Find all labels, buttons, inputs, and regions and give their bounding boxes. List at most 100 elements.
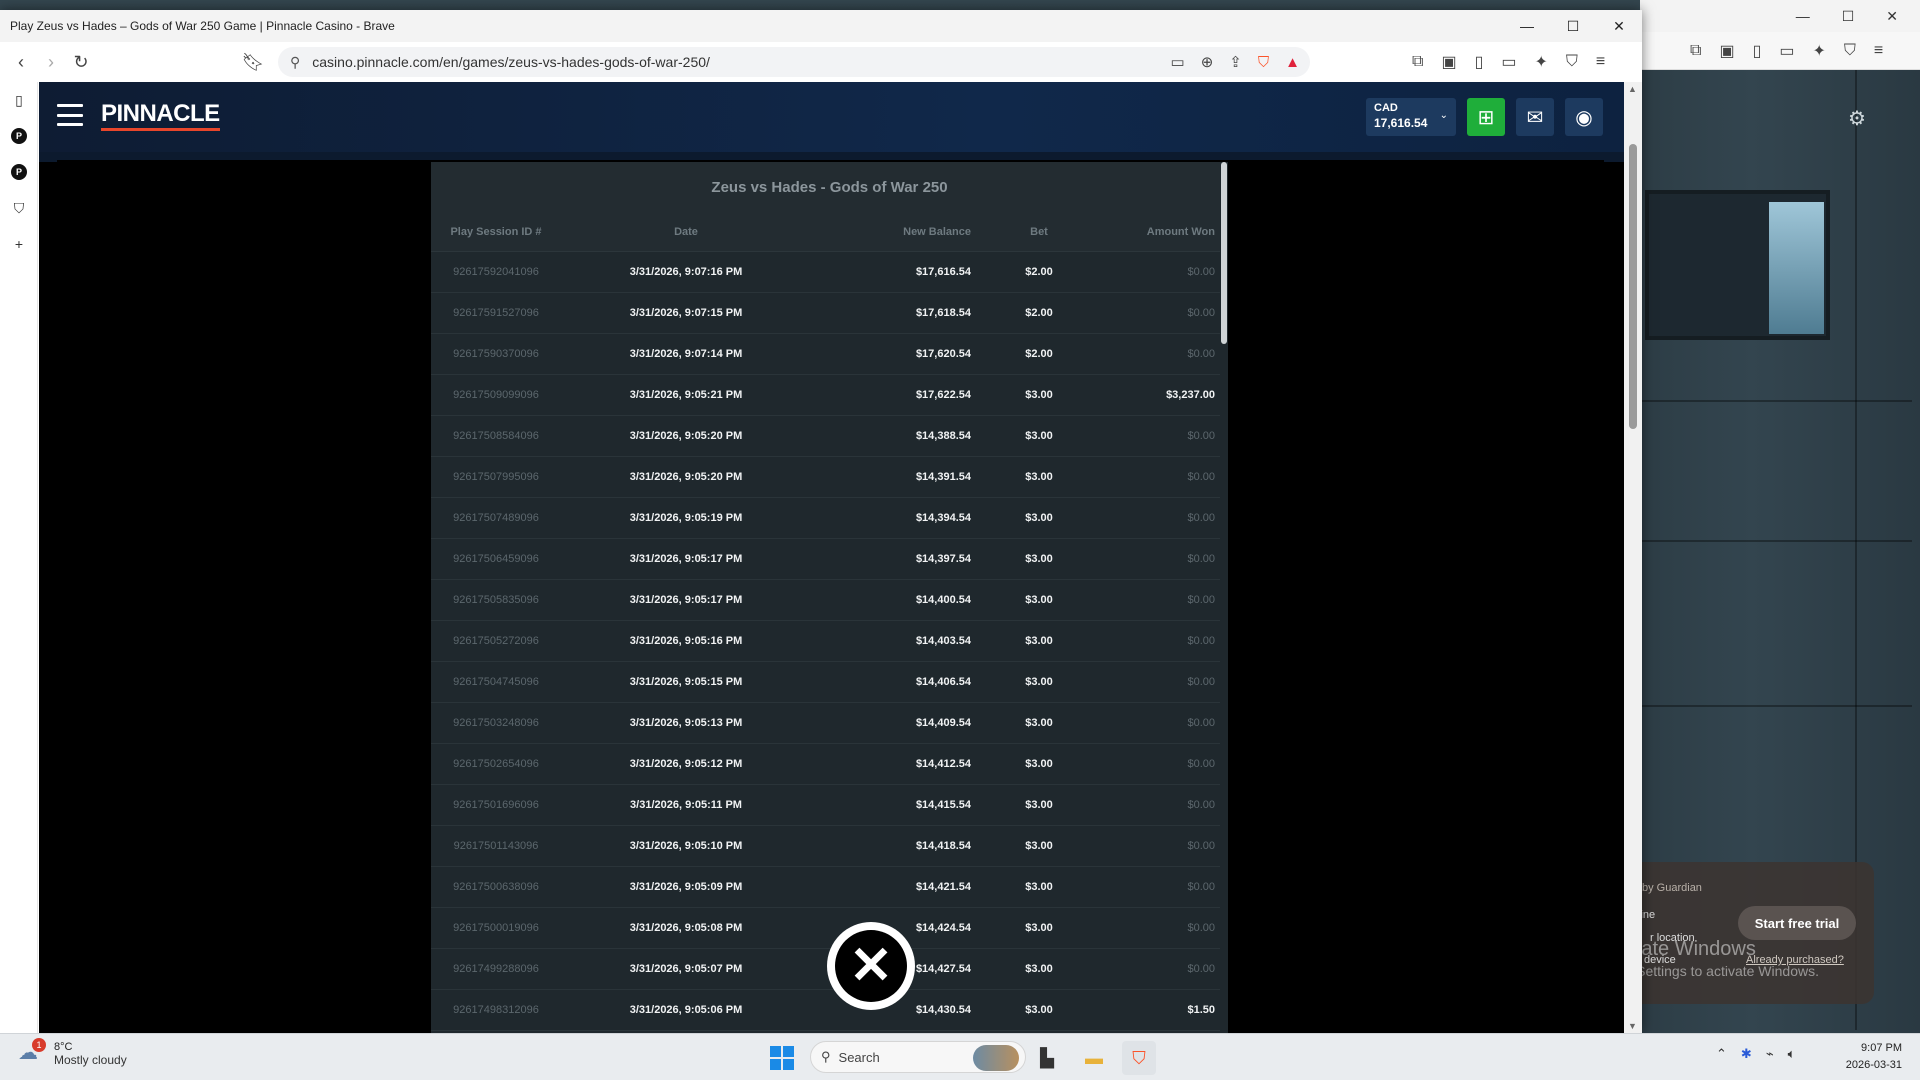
bet-cell: $3.00 <box>1025 1004 1053 1016</box>
share-icon[interactable]: ⇪ <box>1229 53 1242 71</box>
site-header: PINNACLE CAD 17,616.54 ⌄ ⊞ ✉ ◉ <box>39 82 1624 152</box>
amount-won-cell: $1.50 <box>1187 1004 1215 1016</box>
account-button[interactable]: ◉ <box>1565 98 1603 136</box>
leo-icon[interactable]: ✦ <box>1535 52 1548 72</box>
address-bar[interactable]: ⚲ casino.pinnacle.com/en/games/zeus-vs-h… <box>278 47 1310 77</box>
bet-cell: $2.00 <box>1025 307 1053 319</box>
history-scrollbar[interactable] <box>1220 162 1228 1033</box>
sidebar-add-icon[interactable]: + <box>0 226 38 262</box>
start-button[interactable] <box>770 1046 794 1070</box>
sidebar-toggle-icon[interactable]: ▯ <box>1753 41 1762 61</box>
scroll-up-icon[interactable]: ▲ <box>1628 84 1637 94</box>
settings-gear-icon[interactable]: ⚙ <box>1848 106 1866 131</box>
maximize-icon[interactable]: ☐ <box>1550 10 1596 42</box>
hamburger-menu-icon[interactable] <box>57 104 83 126</box>
screenshot-icon[interactable]: ▣ <box>1441 52 1456 72</box>
wallet-icon[interactable]: ▭ <box>1501 52 1516 72</box>
taskbar-search[interactable]: ⚲ Search <box>810 1041 1026 1073</box>
menu-icon[interactable]: ≡ <box>1874 42 1883 60</box>
sidebar-pinnacle-2[interactable]: P <box>0 154 38 190</box>
menu-icon[interactable]: ≡ <box>1596 53 1605 71</box>
url-text[interactable]: casino.pinnacle.com/en/games/zeus-vs-had… <box>312 54 710 70</box>
balance-cell: $14,415.54 <box>915 799 971 811</box>
network-icon[interactable]: ⌁ <box>1766 1046 1774 1062</box>
close-icon[interactable]: ✕ <box>1596 10 1642 42</box>
table-row: 92617501696096 3/31/2026, 9:05:11 PM $14,4… <box>431 785 1228 826</box>
date-cell: 3/31/2026, 9:05:12 PM <box>629 758 743 770</box>
amount-won-cell: $3,237.00 <box>1166 389 1215 401</box>
guardian-brand: by Guardian <box>1642 882 1702 894</box>
brave-browser-app[interactable]: ⛉ <box>1122 1041 1156 1075</box>
close-icon: ✕ <box>835 930 907 1002</box>
reload-icon[interactable]: ↻ <box>68 49 94 75</box>
site-info-icon[interactable]: ⚲ <box>290 54 300 71</box>
currency-label: CAD <box>1374 102 1398 114</box>
deposit-button[interactable]: ⊞ <box>1467 98 1505 136</box>
clock[interactable]: 9:07 PM 2026-03-31 <box>1846 1040 1902 1074</box>
balance-cell: $14,418.54 <box>915 840 971 852</box>
history-table-header: Play Session ID # Date New Balance Bet A… <box>431 212 1228 252</box>
amount-won-cell: $0.00 <box>1187 553 1215 565</box>
search-icon: ⚲ <box>821 1049 831 1064</box>
vpn-icon[interactable]: ⛉ <box>1566 53 1578 71</box>
bluetooth-icon[interactable]: ✱ <box>1741 1046 1752 1062</box>
clock-date: 2026-03-31 <box>1845 1059 1902 1071</box>
balance-cell: $14,397.54 <box>915 553 971 565</box>
close-icon[interactable]: ✕ <box>1886 8 1898 25</box>
task-view-app[interactable]: ▙ <box>1030 1041 1064 1075</box>
bet-cell: $3.00 <box>1025 594 1053 606</box>
sidebar-panel-icon[interactable]: ▯ <box>0 82 38 118</box>
bet-cell: $3.00 <box>1025 881 1053 893</box>
messages-button[interactable]: ✉ <box>1516 98 1554 136</box>
amount-won-cell: $0.00 <box>1187 881 1215 893</box>
session-id-cell: 92617592041096 <box>453 266 539 278</box>
cast-icon[interactable]: ▭ <box>1171 53 1185 71</box>
pinnacle-favicon-icon: P <box>11 128 27 144</box>
extensions-icon[interactable]: ⧉ <box>1690 42 1701 60</box>
vpn-icon[interactable]: ⛉ <box>1844 42 1856 60</box>
balance-cell: $17,616.54 <box>915 266 971 278</box>
page-scrollbar[interactable]: ▲ ▼ <box>1624 82 1642 1033</box>
game-history-panel: Zeus vs Hades - Gods of War 250 Play Ses… <box>431 162 1228 1033</box>
amount-won-cell: $0.00 <box>1187 266 1215 278</box>
table-row: 92617501143096 3/31/2026, 9:05:10 PM $14,4… <box>431 826 1228 867</box>
sidebar-shield-icon[interactable]: ⛉ <box>0 190 38 226</box>
bookmark-icon[interactable]: 🔖︎ <box>240 49 266 75</box>
start-free-trial-button[interactable]: Start free trial <box>1738 906 1856 940</box>
back-icon[interactable]: ‹ <box>8 49 34 75</box>
session-id-cell: 92617505272096 <box>453 635 539 647</box>
forward-icon[interactable]: › <box>38 49 64 75</box>
table-row: 92617498312096 3/31/2026, 9:05:06 PM $14,4… <box>431 990 1228 1031</box>
minimize-icon[interactable]: — <box>1504 10 1550 42</box>
scroll-down-icon[interactable]: ▼ <box>1628 1021 1637 1031</box>
brave-shields-icon[interactable]: ⛉ <box>1258 54 1269 71</box>
minimize-icon[interactable]: — <box>1796 8 1810 24</box>
sidebar-pinnacle-1[interactable]: P <box>0 118 38 154</box>
screenshot-icon[interactable]: ▣ <box>1719 41 1734 61</box>
pinnacle-logo[interactable]: PINNACLE <box>101 100 220 131</box>
wallet-icon[interactable]: ▭ <box>1779 41 1794 61</box>
volume-icon[interactable]: 🔈︎ <box>1788 1046 1796 1062</box>
file-explorer-app[interactable]: ▬ <box>1077 1041 1111 1075</box>
amount-won-cell: $0.00 <box>1187 348 1215 360</box>
zoom-icon[interactable]: ⊕ <box>1201 53 1214 71</box>
amount-won-cell: $0.00 <box>1187 676 1215 688</box>
column-header: Bet <box>1030 225 1048 238</box>
table-row: 92617507995096 3/31/2026, 9:05:20 PM $14,3… <box>431 457 1228 498</box>
table-row: 92617505272096 3/31/2026, 9:05:16 PM $14,4… <box>431 621 1228 662</box>
weather-widget[interactable]: ☁ 1 8°C Mostly cloudy <box>18 1038 127 1068</box>
maximize-icon[interactable]: ☐ <box>1842 8 1855 25</box>
amount-won-cell: $0.00 <box>1187 307 1215 319</box>
column-header: New Balance <box>903 225 971 238</box>
session-id-cell: 92617501143096 <box>453 840 539 852</box>
brave-rewards-icon[interactable]: ▲ <box>1285 54 1300 71</box>
balance-dropdown[interactable]: CAD 17,616.54 ⌄ <box>1366 98 1456 136</box>
date-cell: 3/31/2026, 9:05:20 PM <box>629 430 743 442</box>
chevron-up-icon[interactable]: ⌃ <box>1716 1046 1727 1062</box>
table-row: 92617504745096 3/31/2026, 9:05:15 PM $14,4… <box>431 662 1228 703</box>
sidebar-toggle-icon[interactable]: ▯ <box>1475 52 1484 72</box>
extensions-icon[interactable]: ⧉ <box>1412 53 1423 71</box>
leo-icon[interactable]: ✦ <box>1813 41 1826 61</box>
close-history-button[interactable]: ✕ <box>827 922 915 1010</box>
history-table-body: 92617592041096 3/31/2026, 9:07:16 PM $17,6… <box>431 252 1228 1031</box>
